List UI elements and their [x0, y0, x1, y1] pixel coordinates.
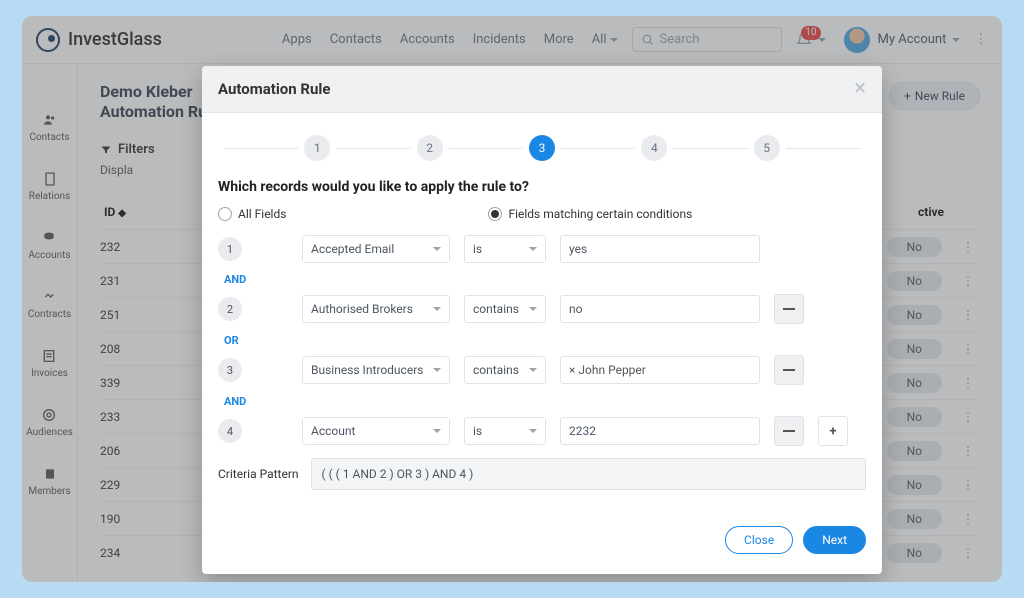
remove-condition-button[interactable]	[774, 294, 804, 324]
condition-number: 2	[218, 297, 242, 321]
scope-radio-group: All Fields Fields matching certain condi…	[218, 207, 866, 221]
condition-number: 3	[218, 358, 242, 382]
app-frame: InvestGlass Apps Contacts Accounts Incid…	[22, 16, 1002, 582]
step-2[interactable]: 2	[417, 135, 443, 161]
operator-select[interactable]: contains	[464, 295, 546, 323]
field-select[interactable]: Business Introducers	[302, 356, 450, 384]
modal-footer: Close Next	[218, 526, 866, 554]
close-button[interactable]: Close	[725, 526, 793, 554]
condition-row: 2 Authorised Brokers contains no	[218, 294, 866, 324]
value-input[interactable]: × John Pepper	[560, 356, 760, 384]
chevron-down-icon	[433, 368, 441, 372]
add-condition-button[interactable]: +	[818, 416, 848, 446]
next-button[interactable]: Next	[803, 526, 866, 554]
condition-number: 1	[218, 237, 242, 261]
radio-all-fields[interactable]: All Fields	[218, 207, 286, 221]
remove-condition-button[interactable]	[774, 416, 804, 446]
criteria-label: Criteria Pattern	[218, 467, 299, 481]
operator-select[interactable]: contains	[464, 356, 546, 384]
logic-operator[interactable]: OR	[224, 334, 866, 347]
condition-row: 1 Accepted Email is yes	[218, 235, 866, 263]
value-tag[interactable]: × John Pepper	[569, 363, 646, 377]
logic-operator[interactable]: AND	[224, 395, 866, 408]
modal-title: Automation Rule	[218, 80, 331, 98]
chevron-down-icon	[433, 307, 441, 311]
field-select[interactable]: Authorised Brokers	[302, 295, 450, 323]
chevron-down-icon	[529, 307, 537, 311]
modal-body: 1 2 3 4 5 Which records would you like t…	[202, 113, 882, 574]
radio-conditions[interactable]: Fields matching certain conditions	[488, 207, 692, 221]
step-3[interactable]: 3	[529, 135, 555, 161]
operator-select[interactable]: is	[464, 417, 546, 445]
conditions-list: 1 Accepted Email is yes AND 2 Authorised…	[218, 235, 866, 446]
value-input[interactable]: yes	[560, 235, 760, 263]
criteria-pattern-row: Criteria Pattern ( ( ( 1 AND 2 ) OR 3 ) …	[218, 458, 866, 490]
chevron-down-icon	[433, 429, 441, 433]
modal-question: Which records would you like to apply th…	[218, 179, 866, 195]
chevron-down-icon	[529, 247, 537, 251]
condition-row: 4 Account is 2232 +	[218, 416, 866, 446]
operator-select[interactable]: is	[464, 235, 546, 263]
tag-remove-icon[interactable]: ×	[569, 363, 575, 377]
value-input[interactable]: no	[560, 295, 760, 323]
step-bar: 1 2 3 4 5	[218, 135, 866, 161]
close-icon[interactable]: ×	[854, 78, 866, 100]
automation-rule-modal: Automation Rule × 1 2 3 4 5	[202, 66, 882, 574]
condition-number: 4	[218, 419, 242, 443]
field-select[interactable]: Accepted Email	[302, 235, 450, 263]
step-1[interactable]: 1	[304, 135, 330, 161]
step-5[interactable]: 5	[754, 135, 780, 161]
field-select[interactable]: Account	[302, 417, 450, 445]
value-input[interactable]: 2232	[560, 417, 760, 445]
chevron-down-icon	[529, 368, 537, 372]
step-4[interactable]: 4	[641, 135, 667, 161]
criteria-pattern-input[interactable]: ( ( ( 1 AND 2 ) OR 3 ) AND 4 )	[311, 458, 866, 490]
remove-condition-button[interactable]	[774, 355, 804, 385]
chevron-down-icon	[529, 429, 537, 433]
modal-header: Automation Rule ×	[202, 66, 882, 113]
modal-overlay: Automation Rule × 1 2 3 4 5	[22, 16, 1002, 582]
condition-row: 3 Business Introducers contains × John P…	[218, 355, 866, 385]
logic-operator[interactable]: AND	[224, 273, 866, 286]
chevron-down-icon	[433, 247, 441, 251]
